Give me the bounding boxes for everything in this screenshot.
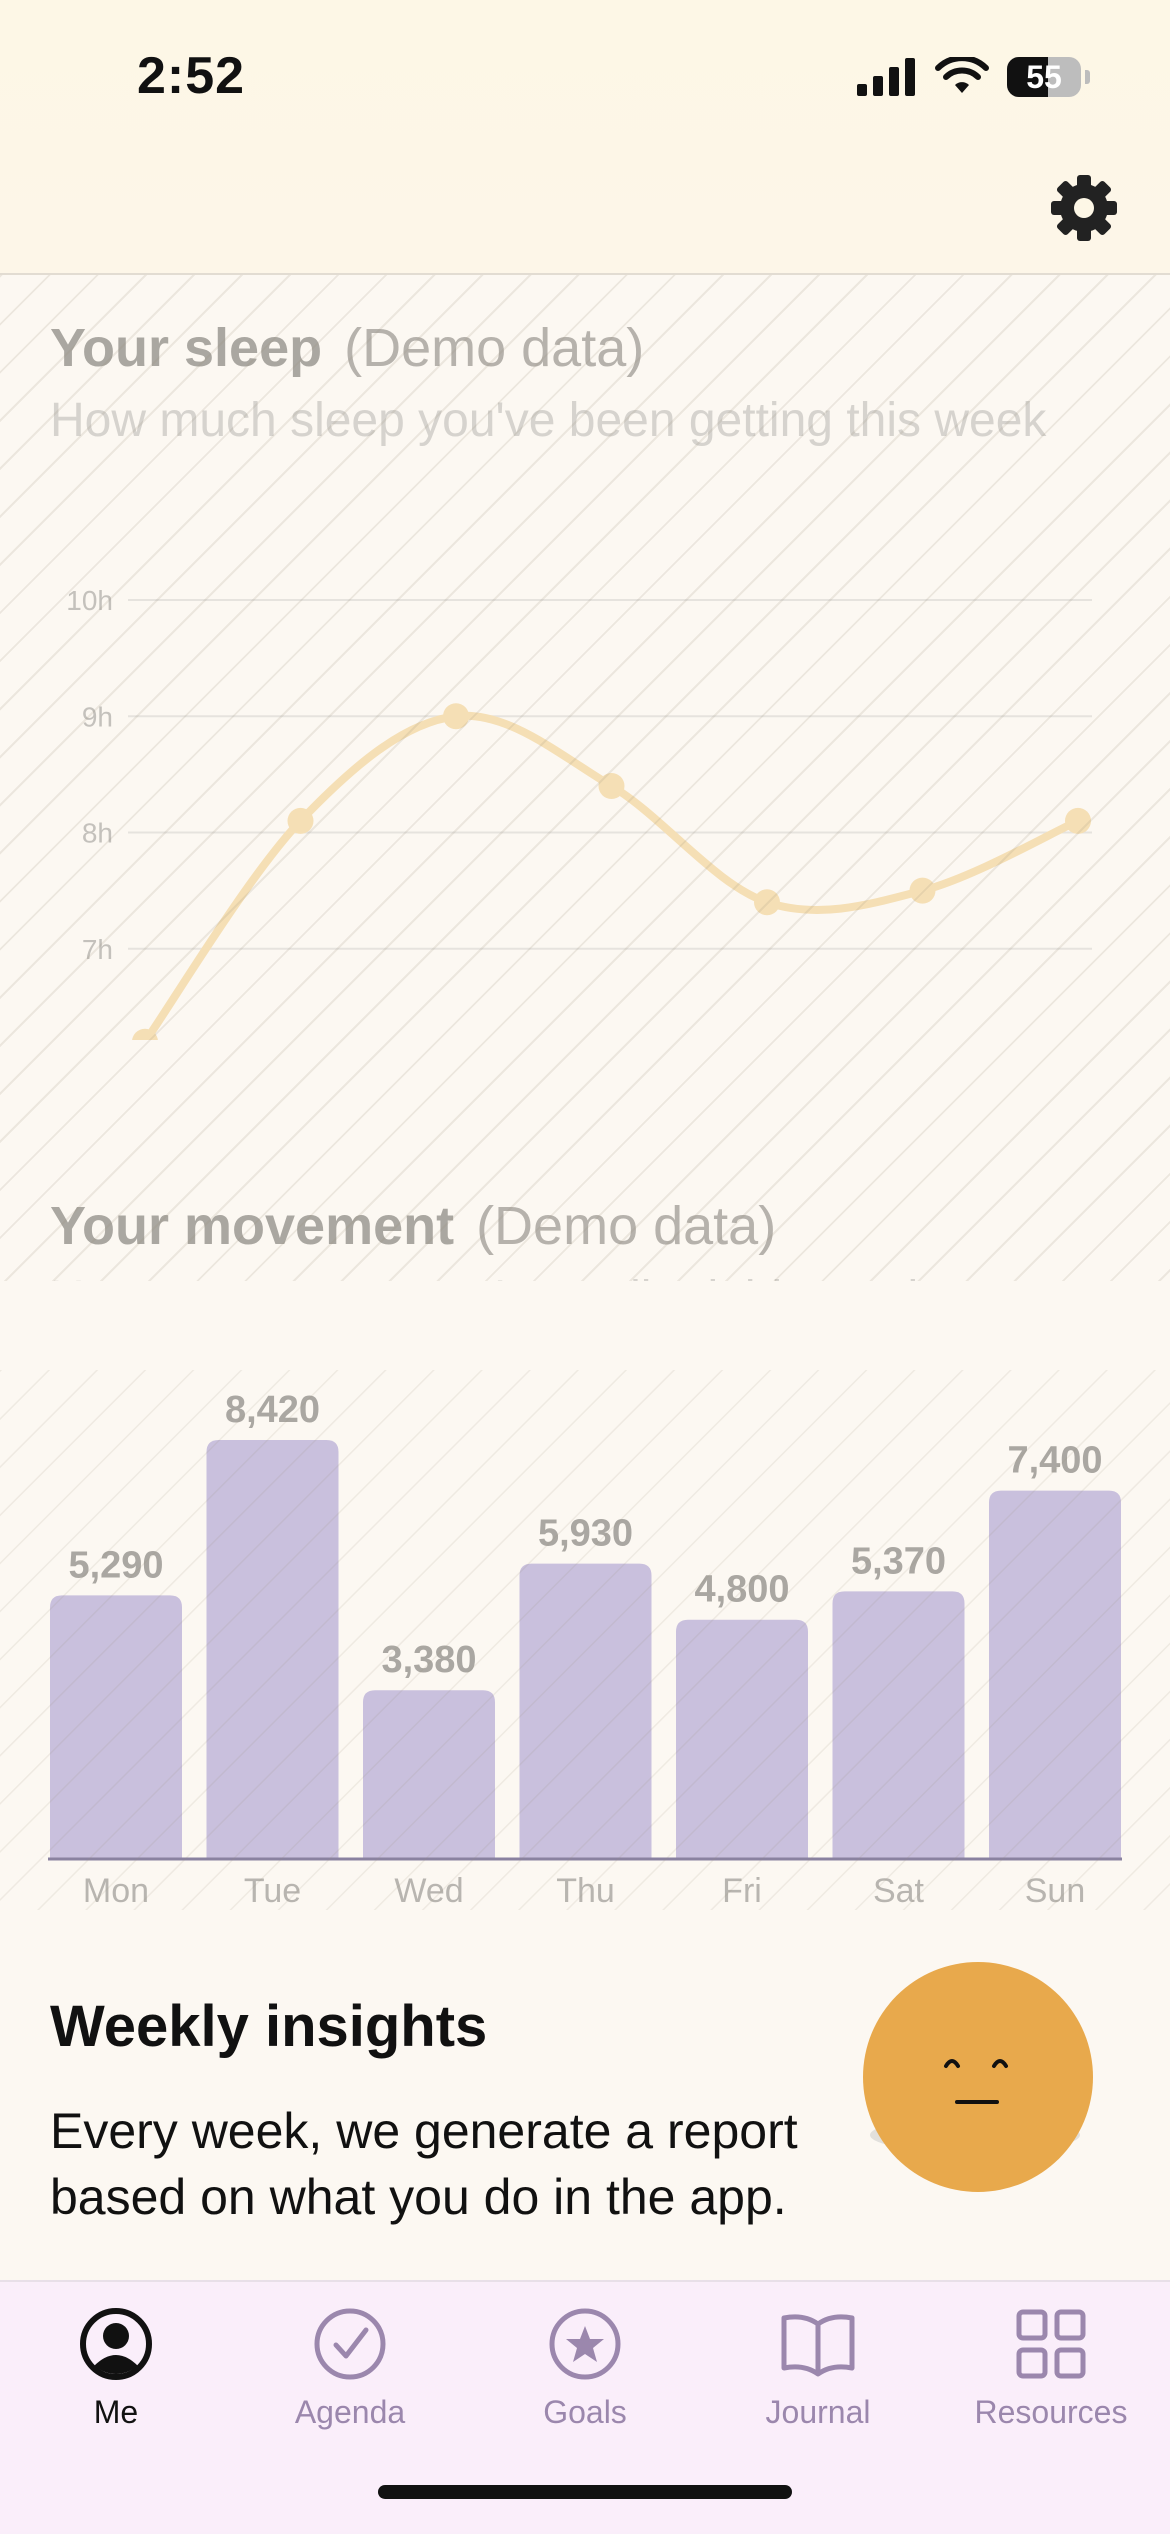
weekly-insights-body: Every week, we generate a report based o… <box>50 2103 798 2225</box>
checkmark-circle-icon <box>314 2308 386 2380</box>
sleep-data-point <box>1065 807 1091 834</box>
sleep-demo-badge: (Demo data) <box>344 318 645 378</box>
sleep-data-point <box>909 877 936 904</box>
sleep-section-subtitle: How much sleep you've been getting this … <box>50 394 1047 447</box>
tab-resources-label: Resources <box>974 2394 1128 2430</box>
wifi-icon <box>935 57 989 93</box>
tab-me-label: Me <box>93 2394 139 2430</box>
steps-hatch-overlay <box>0 1370 1170 1910</box>
person-circle-icon <box>80 2308 152 2380</box>
tab-agenda-label: Agenda <box>294 2394 406 2430</box>
battery-percent: 55 <box>1026 59 1062 95</box>
status-icons: 55 <box>857 52 1090 102</box>
movement-section-subtitle: How many steps you've walked this week <box>50 1271 932 1281</box>
grid-icon <box>1016 2309 1086 2379</box>
movement-section-title: Your movement (Demo data) <box>50 1196 777 1256</box>
movement-demo-badge: (Demo data) <box>476 1196 777 1256</box>
sleep-section-title: Your sleep (Demo data) <box>50 318 645 378</box>
star-circle-icon <box>549 2308 621 2380</box>
mascot-face-icon[interactable] <box>860 1960 1100 2220</box>
sleep-y-tick-label: 10h <box>66 585 113 616</box>
book-icon <box>781 2314 855 2377</box>
tab-agenda[interactable]: Agenda <box>250 2304 450 2431</box>
sleep-data-point <box>443 703 469 730</box>
sleep-y-tick-label: 8h <box>82 818 113 849</box>
tab-me[interactable]: Me <box>16 2304 216 2431</box>
sleep-data-point <box>598 773 625 799</box>
tab-journal-label: Journal <box>765 2394 871 2430</box>
tab-journal[interactable]: Journal <box>718 2304 918 2431</box>
sleep-y-tick-label: 7h <box>82 934 113 965</box>
tab-goals-label: Goals <box>543 2394 627 2430</box>
sleep-series-line <box>141 711 1082 1040</box>
settings-gear-icon[interactable] <box>1048 172 1120 244</box>
demo-charts-area: Your sleep (Demo data) How much sleep you… <box>0 275 1170 1281</box>
status-time: 2:52 <box>137 47 246 105</box>
sleep-line-chart: 6h7h8h9h10hMonTueWedThuFriSatSun <box>66 585 1092 1040</box>
sleep-y-tick-label: 9h <box>82 701 113 732</box>
weekly-insights-title: Weekly insights <box>50 1994 488 2059</box>
steps-bar-chart: 5,290Mon8,420Tue3,380Wed5,930Thu4,800Fri… <box>0 1370 1170 1910</box>
home-indicator <box>378 2485 792 2499</box>
sleep-data-point <box>754 889 780 916</box>
header: 2:52 55 <box>0 0 1170 275</box>
battery-indicator: 55 <box>1007 57 1081 97</box>
tab-resources[interactable]: Resources <box>951 2304 1151 2431</box>
sleep-data-point <box>287 807 314 834</box>
tab-goals[interactable]: Goals <box>485 2304 685 2431</box>
cellular-signal-icon <box>857 58 915 96</box>
